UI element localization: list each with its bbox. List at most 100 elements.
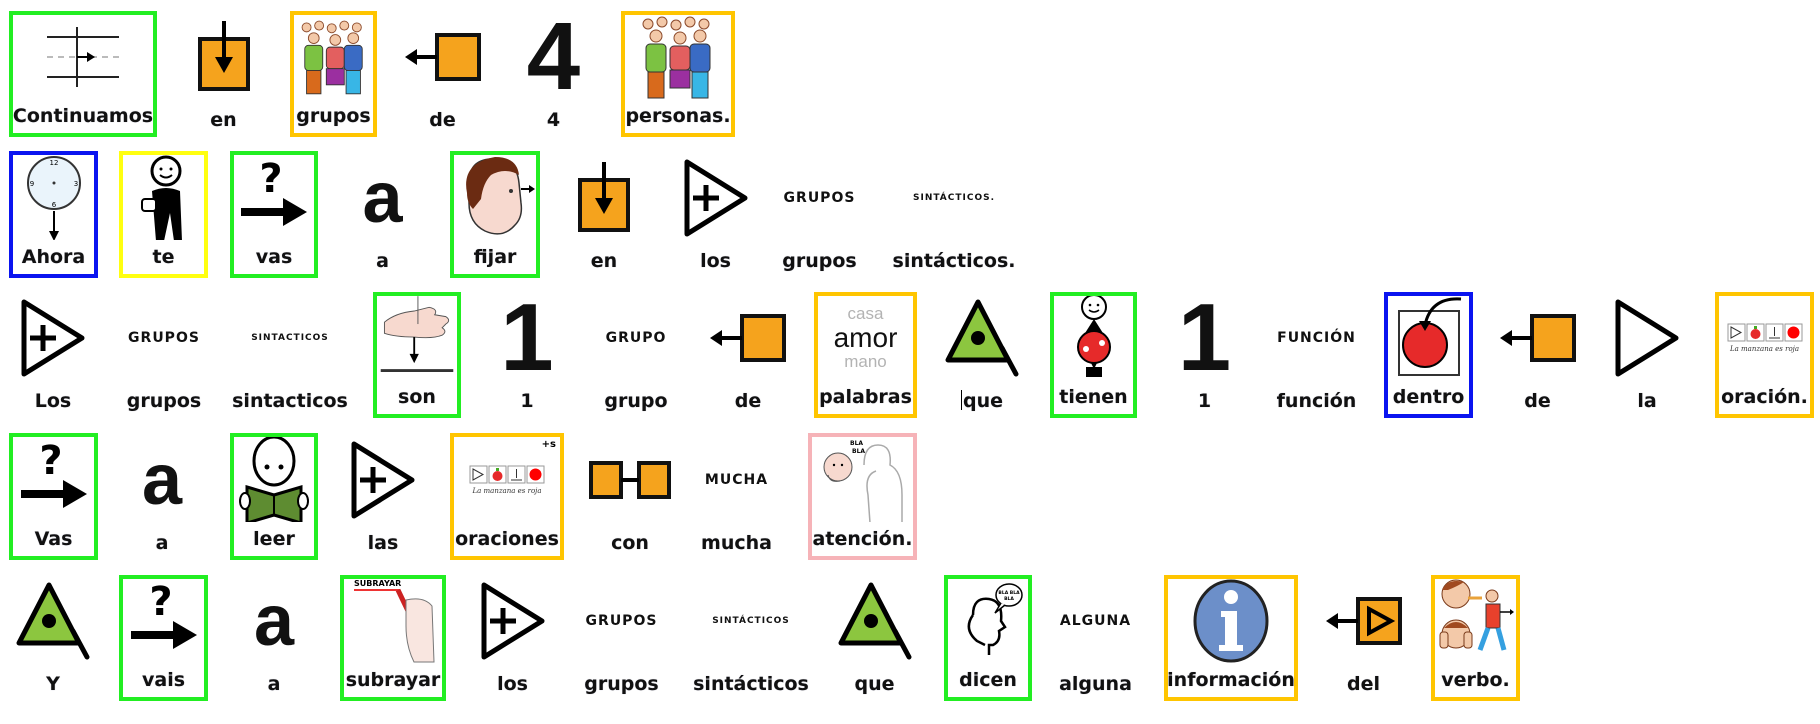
pictogram-cell[interactable]: SINTACTICOS sintacticos xyxy=(232,292,348,418)
pictogram-cell[interactable]: GRUPO grupo xyxy=(589,292,683,418)
pictogram-cell[interactable]: FUNCIÓN función xyxy=(1272,292,1361,418)
sentence-pictograms-icon: La manzana es roja xyxy=(1719,296,1810,380)
pictogram-cell[interactable]: de xyxy=(400,11,485,137)
pictogram-cell[interactable]: SINTÁCTICOS. sintácticos. xyxy=(893,151,1016,278)
pictogram-cell[interactable]: de xyxy=(1496,292,1579,418)
pictogram-cell[interactable]: ? Vas xyxy=(9,433,98,560)
pictogram-label: oraciones xyxy=(455,528,559,550)
pictogram-cell[interactable]: del xyxy=(1319,575,1408,701)
number-icon-glyph: 4 xyxy=(526,11,581,103)
head-looking-icon xyxy=(454,155,536,240)
pictogram-cell[interactable]: grupos xyxy=(290,11,377,137)
pictogram-cell[interactable]: en xyxy=(560,151,648,278)
pictogram-cell[interactable]: leer xyxy=(230,433,318,560)
pictogram-cell[interactable]: dentro xyxy=(1384,292,1473,418)
pictogram-cell[interactable]: GRUPOS grupos xyxy=(777,151,862,278)
pictogram-label: Vas xyxy=(34,528,73,550)
head-speaking-icon: BLA BLA BLA xyxy=(948,579,1028,663)
pictogram-cell[interactable]: fijar xyxy=(450,151,540,278)
pictogram-cell[interactable]: 44 xyxy=(524,11,583,137)
pictogram-cell[interactable]: 12 3 6 9 Ahora xyxy=(9,151,98,278)
pictogram-cell[interactable]: la xyxy=(1604,292,1690,418)
pictogram-label: del xyxy=(1347,673,1380,695)
pictogram-cell[interactable]: aa xyxy=(230,575,318,701)
pictogram-cell[interactable]: los xyxy=(671,151,760,278)
number-icon: 1 xyxy=(1160,292,1249,384)
svg-text:BLA: BLA xyxy=(1004,596,1014,602)
word-text-icon: SINTACTICOS xyxy=(251,333,329,343)
pictogram-cell[interactable]: MUCHA mucha xyxy=(695,433,778,560)
pictogram-cell[interactable]: aa xyxy=(118,433,206,560)
pictogram-cell[interactable]: son xyxy=(373,292,461,418)
word-text-icon: SINTÁCTICOS xyxy=(712,616,790,626)
pictogram-cell[interactable]: Y xyxy=(12,575,94,701)
pictogram-cell[interactable]: los xyxy=(471,575,554,701)
info-icon xyxy=(1168,579,1294,663)
pictogram-label: grupos xyxy=(296,105,371,127)
pictogram-cell[interactable]: tienen xyxy=(1050,292,1137,418)
from-box-arrow-left-icon xyxy=(1496,292,1579,384)
sentence-pictograms-icon: +s La manzana es roja xyxy=(454,437,560,522)
in-box-arrow-icon xyxy=(194,11,253,103)
letter-a-icon: a xyxy=(230,575,318,667)
svg-text:?: ? xyxy=(39,440,62,484)
with-linked-boxes-icon xyxy=(583,433,677,526)
word-text-icon: ALGUNA xyxy=(1059,613,1132,629)
hand-place-down-icon xyxy=(377,296,457,380)
pictogram-label: que xyxy=(854,673,895,695)
pictogram-cell[interactable]: en xyxy=(194,11,253,137)
relative-pronoun-triangle-icon xyxy=(12,575,94,667)
article-plural-triangle-icon xyxy=(12,292,94,384)
pictogram-label: de xyxy=(1524,390,1551,412)
pictogram-cell[interactable]: personas. xyxy=(621,11,735,137)
pictogram-cell[interactable]: GRUPOS grupos xyxy=(577,575,666,701)
pictogram-cell[interactable]: de xyxy=(707,292,789,418)
pictogram-cell[interactable]: GRUPOS grupos xyxy=(118,292,210,418)
pictogram-cell[interactable]: +s La manzana es roja oraciones xyxy=(450,433,564,560)
pictogram-label: que xyxy=(960,384,1003,418)
pictogram-cell[interactable]: Los xyxy=(12,292,94,418)
pictogram-label: dicen xyxy=(959,669,1017,691)
pictogram-cell[interactable]: Continuamos xyxy=(9,11,157,137)
pictogram-cell[interactable]: ALGUNA alguna xyxy=(1054,575,1137,701)
question-arrow-icon: ? xyxy=(123,579,204,663)
pictogram-cell[interactable]: SUBRAYAR subrayar xyxy=(340,575,446,701)
pictogram-cell[interactable]: las xyxy=(342,433,424,560)
pictogram-label: con xyxy=(611,532,649,554)
pictogram-cell[interactable]: información xyxy=(1164,575,1298,701)
pictogram-label: Ahora xyxy=(21,246,86,268)
pictogram-cell[interactable]: verbo. xyxy=(1431,575,1520,701)
group-people-icon xyxy=(294,15,373,99)
pictogram-label: a xyxy=(155,532,169,554)
number-icon-glyph: 1 xyxy=(1177,292,1232,384)
pictogram-cell[interactable]: ? vais xyxy=(119,575,208,701)
pictogram-cell[interactable]: que xyxy=(942,292,1022,418)
pictogram-cell[interactable]: que xyxy=(830,575,919,701)
pictogram-cell[interactable]: BLA BLA atención. xyxy=(808,433,917,560)
pictogram-label: en xyxy=(590,250,618,272)
person-listening-icon: BLA BLA xyxy=(812,437,913,522)
pictogram-cell[interactable]: casa amor mano palabras xyxy=(814,292,917,418)
article-plural-triangle-icon xyxy=(342,433,424,526)
pictogram-cell[interactable]: La manzana es roja oración. xyxy=(1715,292,1814,418)
number-icon-glyph: 1 xyxy=(500,292,554,384)
hand-underline-icon: SUBRAYAR xyxy=(344,579,442,663)
relative-pronoun-triangle-icon xyxy=(942,292,1022,384)
group-people-icon xyxy=(625,15,731,99)
pictogram-cell[interactable]: con xyxy=(583,433,677,560)
pictogram-cell[interactable]: ? vas xyxy=(230,151,318,278)
word-text-icon: FUNCIÓN xyxy=(1277,330,1356,346)
word-text-icon: SINTÁCTICOS. xyxy=(912,192,996,203)
pictogram-cell[interactable]: BLA BLA BLA dicen xyxy=(944,575,1032,701)
word-text-icon: GRUPOS xyxy=(783,189,856,206)
relative-pronoun-triangle-icon xyxy=(830,575,919,667)
letter-a-icon-glyph: a xyxy=(362,157,403,238)
pictogram-cell[interactable]: 11 xyxy=(1160,292,1249,418)
svg-text:?: ? xyxy=(149,581,172,625)
pictogram-label: son xyxy=(398,386,436,408)
svg-text:BLA BLA: BLA BLA xyxy=(998,590,1020,596)
pictogram-cell[interactable]: SINTÁCTICOS sintácticos xyxy=(693,575,809,701)
pictogram-cell[interactable]: 11 xyxy=(483,292,571,418)
pictogram-cell[interactable]: te xyxy=(119,151,208,278)
pictogram-cell[interactable]: aa xyxy=(347,151,418,278)
